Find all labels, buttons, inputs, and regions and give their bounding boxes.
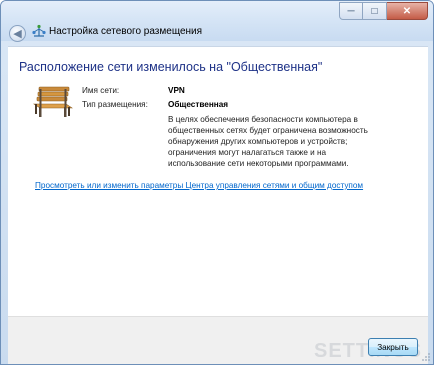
network-center-settings-link[interactable]: Просмотреть или изменить параметры Центр… [35, 181, 363, 190]
title-bar[interactable]: ◀ Настройка сетевого размещения ─ □ ✕ [1, 1, 433, 42]
description-text: В целях обеспечения безопасности компьют… [168, 114, 420, 169]
window-close-button[interactable]: ✕ [387, 2, 428, 20]
close-button[interactable]: Закрыть [368, 338, 418, 356]
description-line: В целях обеспечения безопасности компьют… [168, 115, 358, 124]
back-button[interactable]: ◀ [9, 25, 26, 42]
network-name-label: Имя сети: [82, 86, 120, 95]
caption-buttons: ─ □ ✕ [339, 2, 428, 20]
close-icon: ✕ [402, 5, 412, 17]
description-line: использование сети некоторыми программам… [168, 159, 349, 168]
description-line: ограничения могут налагаться также и на [168, 148, 327, 157]
minimize-icon: ─ [347, 5, 355, 17]
maximize-button[interactable]: □ [363, 2, 387, 20]
footer-bar: SETTINGS Закрыть [8, 316, 428, 364]
location-type-value: Общественная [168, 100, 229, 109]
resize-grip-icon[interactable] [421, 352, 431, 362]
content-area: Расположение сети изменилось на "Обществ… [8, 46, 428, 316]
network-name-value: VPN [168, 86, 185, 95]
minimize-button[interactable]: ─ [339, 2, 363, 20]
park-bench-icon [33, 86, 73, 117]
location-type-label: Тип размещения: [82, 100, 148, 109]
page-title: Расположение сети изменилось на "Обществ… [19, 60, 323, 74]
dialog-window: ◀ Настройка сетевого размещения ─ □ ✕ Ра… [0, 0, 434, 365]
maximize-icon: □ [371, 5, 378, 17]
back-arrow-icon: ◀ [13, 28, 22, 40]
description-line: обнаружения других компьютеров и устройс… [168, 137, 348, 146]
network-icon [32, 24, 46, 37]
window-title: Настройка сетевого размещения [49, 26, 203, 37]
description-line: общественных сетях будет ограничена возм… [168, 126, 368, 135]
